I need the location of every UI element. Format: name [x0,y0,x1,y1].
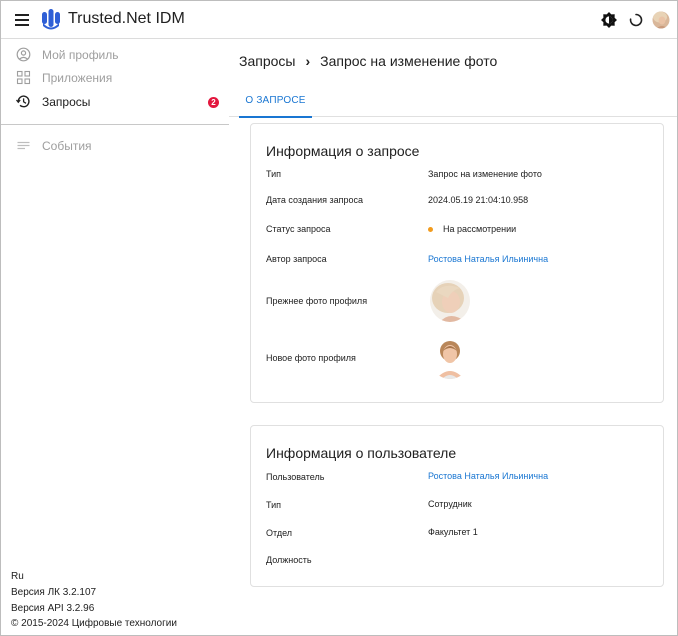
row-label: Тип [266,500,282,510]
sidebar: Мой профиль Приложения Запросы 2 События… [1,39,229,635]
tab-label: О ЗАПРОСЕ [245,95,306,106]
version-api: Версия API 3.2.96 [11,603,95,614]
top-app-bar: Trusted.Net IDM [1,1,677,39]
card-title: Информация о пользователе [266,445,457,461]
row-value: Запрос на изменение фото [428,169,542,179]
chevron-right-icon: › [305,53,311,69]
breadcrumb: Запросы › Запрос на изменение фото [239,53,497,69]
row-value: 2024.05.19 21:04:10.958 [428,195,529,205]
breadcrumb-current: Запрос на изменение фото [320,53,498,69]
menu-icon[interactable] [15,14,29,26]
tab-bar: О ЗАПРОСЕ [229,89,677,118]
tab-active-indicator [239,116,312,118]
breadcrumb-parent[interactable]: Запросы [239,53,295,69]
theme-toggle-icon[interactable] [600,11,618,29]
row-label: Тип [266,169,282,179]
new-profile-photo [430,337,470,379]
request-info-card: Информация о запросе Тип Запрос на измен… [250,123,664,403]
apps-grid-icon [16,70,31,85]
row-label: Отдел [266,528,293,538]
row-label: Должность [266,555,312,565]
sidebar-divider [1,124,229,125]
user-link[interactable]: Ростова Наталья Ильинична [428,471,548,481]
sidebar-item-events[interactable]: События [1,135,229,157]
row-label: Пользователь [266,472,325,482]
notification-badge: 2 [208,97,219,108]
loading-spinner-icon [629,13,643,27]
row-label: Дата создания запроса [266,195,364,205]
sidebar-item-label: Мой профиль [42,48,119,62]
card-title: Информация о запросе [266,143,420,159]
status-dot [428,227,433,233]
old-profile-photo [430,280,470,322]
row-label: Новое фото профиля [266,353,356,363]
profile-icon [16,47,31,62]
row-label: Прежнее фото профиля [266,296,368,306]
sidebar-item-label: Запросы [42,95,91,109]
app-window: Trusted.Net IDM Мой профиль Приложения З… [0,0,678,636]
sidebar-item-requests[interactable]: Запросы 2 [1,91,229,113]
row-value: Сотрудник [428,499,472,509]
row-label: Статус запроса [266,224,331,234]
author-link[interactable]: Ростова Наталья Ильинична [428,254,548,264]
user-avatar[interactable] [652,11,670,29]
sidebar-item-label: События [42,139,92,153]
sidebar-item-profile[interactable]: Мой профиль [1,44,229,66]
history-icon [16,95,30,108]
app-title: Trusted.Net IDM [68,10,185,27]
row-value: Факультет 1 [428,527,478,537]
trusted-logo-icon [42,9,60,30]
copyright: © 2015-2024 Цифровые технологии [11,618,177,629]
status-value: На рассмотрении [428,224,516,234]
sidebar-item-apps[interactable]: Приложения [1,67,229,89]
sidebar-item-label: Приложения [42,71,113,85]
user-info-card: Информация о пользователе Пользователь Р… [250,425,664,587]
tab-about-request[interactable]: О ЗАПРОСЕ [239,89,312,118]
version-lk: Версия ЛК 3.2.107 [11,587,97,598]
events-list-icon [17,141,30,150]
row-label: Автор запроса [266,254,327,264]
language-selector[interactable]: Ru [11,571,24,582]
status-text: На рассмотрении [443,224,517,234]
